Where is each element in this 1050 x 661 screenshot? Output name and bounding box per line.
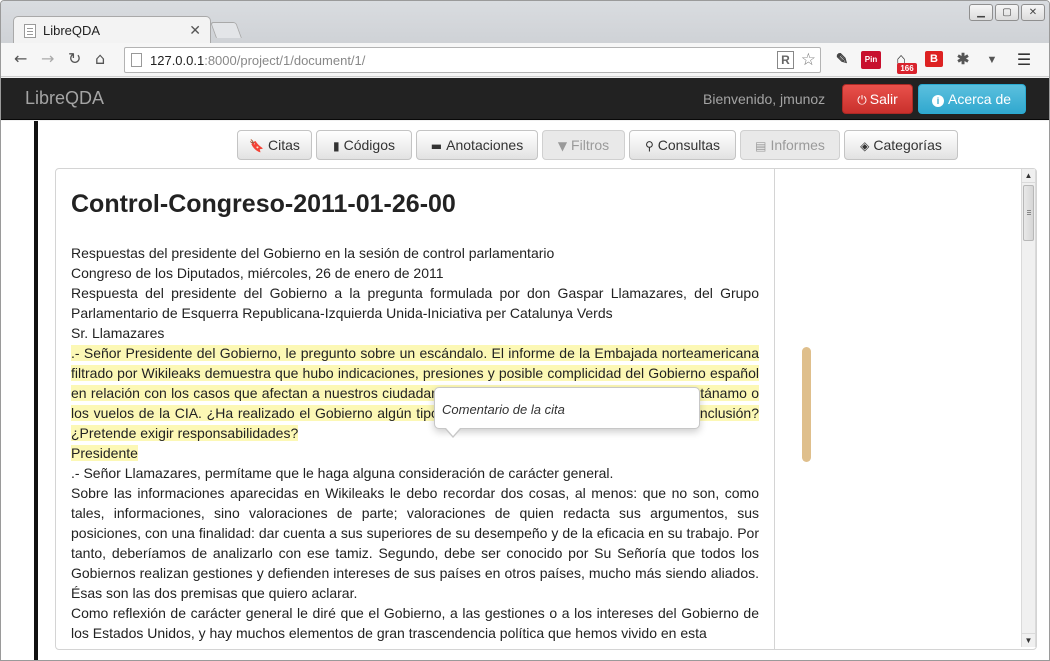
search-icon: ⚲ [644, 139, 654, 153]
dropdown-arrow-icon[interactable]: ▼ [983, 51, 1001, 69]
welcome-text: Bienvenido, jmunoz [703, 91, 826, 107]
tags-icon: ◈ [860, 139, 870, 153]
new-tab-button[interactable] [210, 22, 242, 38]
page-content: 🔖 Citas ▮ Códigos ▬ Anotaciones ▼ Filtros ⚲ C… [1, 121, 1049, 660]
file-icon: ▤ [755, 139, 767, 153]
text-line: .- Señor Llamazares, permítame que le ha… [71, 465, 614, 481]
browser-tab[interactable]: LibreQDA ✕ [13, 16, 211, 44]
tab-strip: LibreQDA ✕ ▁ ▢ ✕ [1, 1, 1049, 44]
back-arrow-icon[interactable]: ← [14, 49, 27, 68]
about-button[interactable]: i Acerca de [918, 84, 1026, 114]
logout-button[interactable]: ⏻ Salir [842, 84, 913, 114]
browser-menu-icon[interactable]: ☰ [1015, 51, 1033, 69]
text-line: Respuestas del presidente del Gobierno e… [71, 245, 555, 261]
popover-text: Comentario de la cita [442, 402, 565, 417]
document-title: Control-Congreso-2011-01-26-00 [71, 190, 456, 218]
categorias-button[interactable]: ◈ Categorías [844, 130, 958, 160]
citas-button[interactable]: 🔖 Citas [237, 130, 312, 160]
url-text[interactable]: 127.0.0.1:8000/project/1/document/1/ [150, 53, 365, 68]
anotaciones-button[interactable]: ▬ Anotaciones [416, 130, 538, 160]
page-icon [131, 53, 142, 67]
scrollbar-thumb[interactable] [1023, 185, 1034, 241]
text-line: Sobre las informaciones aparecidas en Wi… [71, 485, 759, 601]
evernote-icon[interactable]: ✎ [833, 51, 851, 69]
close-window-button[interactable]: ✕ [1021, 4, 1045, 21]
filter-icon: ▼ [557, 139, 568, 153]
left-border [34, 121, 38, 660]
bug-icon[interactable]: ✱ [954, 51, 972, 69]
tab-title: LibreQDA [43, 23, 101, 38]
bookmark-star-icon[interactable]: ☆ [801, 50, 816, 70]
comment-icon: ▬ [430, 139, 443, 153]
address-bar[interactable]: 127.0.0.1:8000/project/1/document/1/ R ☆ [124, 47, 821, 73]
codes-margin [776, 169, 1022, 649]
b-extension-icon[interactable]: B [925, 51, 943, 67]
text-line: Respuesta del presidente del Gobierno a … [71, 285, 759, 321]
scroll-up-arrow-icon[interactable]: ▲ [1022, 169, 1035, 183]
forward-arrow-icon[interactable]: → [41, 49, 54, 68]
browser-window: LibreQDA ✕ ▁ ▢ ✕ ← → ↻ ⌂ 127.0.0.1:8000/… [0, 0, 1050, 661]
vertical-scrollbar[interactable]: ▲ ▼ [1021, 169, 1036, 647]
book-icon: ▮ [333, 139, 340, 153]
page-favicon-icon [24, 24, 36, 38]
document-text[interactable]: Respuestas del presidente del Gobierno e… [71, 243, 759, 643]
text-line: Como reflexión de carácter general le di… [71, 605, 759, 641]
bookmark-icon: 🔖 [249, 139, 265, 153]
popover-arrow [445, 428, 461, 438]
pinterest-icon[interactable]: Pin [861, 51, 881, 69]
home-icon[interactable]: ⌂ [95, 49, 105, 68]
comment-popover: Comentario de la cita [434, 387, 700, 438]
info-icon: i [932, 95, 944, 107]
consultas-button[interactable]: ⚲ Consultas [629, 130, 736, 160]
reload-icon[interactable]: ↻ [68, 49, 81, 68]
quote-marker[interactable] [802, 347, 811, 462]
scroll-down-arrow-icon[interactable]: ▼ [1022, 633, 1035, 647]
maximize-button[interactable]: ▢ [995, 4, 1019, 21]
text-line: Sr. Llamazares [71, 325, 165, 341]
window-controls: ▁ ▢ ✕ [969, 4, 1045, 21]
text-line: Congreso de los Diputados, miércoles, 26… [71, 265, 444, 281]
filtros-button[interactable]: ▼ Filtros [542, 130, 625, 160]
brand-logo[interactable]: LibreQDA [25, 88, 104, 109]
codigos-button[interactable]: ▮ Códigos [316, 130, 412, 160]
browser-toolbar: ← → ↻ ⌂ 127.0.0.1:8000/project/1/documen… [1, 43, 1049, 77]
power-icon: ⏻ [857, 93, 867, 107]
close-tab-icon[interactable]: ✕ [189, 22, 201, 39]
extension-badge: 166 [897, 63, 917, 74]
app-navbar: LibreQDA Bienvenido, jmunoz ⏻ Salir i Acer… [1, 78, 1049, 120]
minimize-button[interactable]: ▁ [969, 4, 993, 21]
highlighted-speaker[interactable]: Presidente [71, 445, 138, 461]
r-extension-icon[interactable]: R [777, 51, 794, 69]
informes-button[interactable]: ▤ Informes [740, 130, 840, 160]
